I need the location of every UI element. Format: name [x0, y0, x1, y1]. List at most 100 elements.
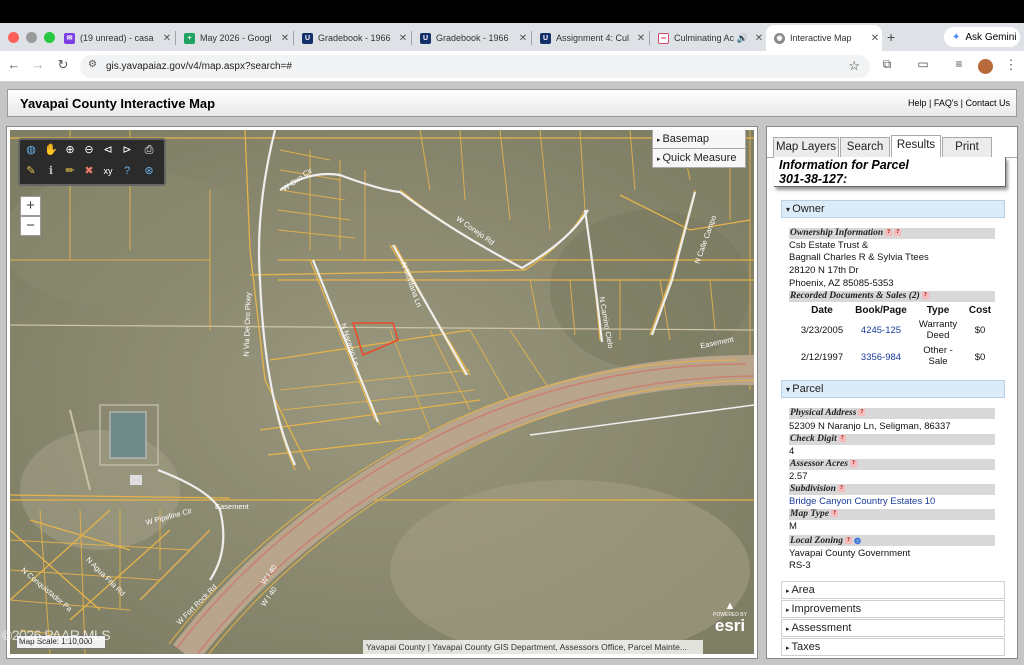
forward-arrow-icon[interactable]: →: [29, 57, 47, 72]
globe-icon: ◉: [774, 32, 785, 44]
help-icon[interactable]: ?: [838, 435, 846, 443]
col-book-page: Book/Page: [855, 305, 907, 316]
browser-tab[interactable]: U Assignment 4: Cul ✕: [532, 25, 648, 51]
doc-cost: $0: [974, 325, 986, 336]
help-icon[interactable]: ?: [845, 537, 853, 545]
taxes-section-header[interactable]: ▸ Taxes: [781, 638, 1005, 656]
tab-results[interactable]: Results: [891, 135, 941, 158]
full-extent-globe-icon[interactable]: ◍: [24, 143, 38, 157]
help-icon[interactable]: ?: [858, 409, 866, 417]
help-question-icon[interactable]: ?: [120, 164, 134, 178]
web-page: Yavapai County Interactive Map Help | FA…: [0, 82, 1024, 665]
help-icon[interactable]: ?: [849, 460, 857, 468]
back-arrow-icon[interactable]: ←: [5, 57, 23, 72]
close-tab-icon[interactable]: ✕: [396, 33, 410, 44]
help-icon[interactable]: ?: [894, 229, 902, 237]
browser-tab-active[interactable]: ◉ Interactive Map ✕: [766, 25, 882, 51]
owner-line: Csb Estate Trust &: [789, 240, 869, 251]
close-tab-icon[interactable]: ✕: [160, 33, 174, 44]
reading-list-icon[interactable]: ≡: [950, 57, 968, 71]
tab-print[interactable]: Print: [942, 137, 992, 157]
speaker-icon[interactable]: 🔊: [737, 33, 748, 44]
faq-link[interactable]: FAQ's: [934, 98, 958, 108]
subdivision-link[interactable]: Bridge Canyon Country Estates 10: [789, 496, 935, 508]
tab-search[interactable]: Search: [840, 137, 890, 157]
pan-hand-icon[interactable]: ✋: [44, 143, 58, 157]
close-tab-icon[interactable]: ✕: [634, 33, 648, 44]
zoom-in-button[interactable]: +: [20, 196, 41, 216]
help-icon[interactable]: ?: [921, 292, 929, 300]
col-date: Date: [811, 305, 833, 316]
close-tab-icon[interactable]: ✕: [278, 33, 292, 44]
acres-value: 2.57: [789, 471, 808, 482]
doc-book-link[interactable]: 3356-984: [851, 352, 911, 363]
mail-icon: ✉: [64, 32, 75, 44]
zoom-out-icon[interactable]: ⊖: [82, 143, 96, 157]
more-menu-icon[interactable]: ⋮: [1002, 57, 1020, 73]
help-icon[interactable]: ?: [830, 510, 838, 518]
help-icon[interactable]: ?: [885, 229, 893, 237]
reload-icon[interactable]: ↻: [54, 57, 72, 73]
map-canvas[interactable]: W Oxo Cir W Conejo Rd N Montana Ln N Cal…: [10, 130, 754, 654]
browser-tab[interactable]: ∞ Culminating Ac 🔊 ✕: [650, 25, 766, 51]
site-info-icon[interactable]: ⚙: [88, 59, 97, 70]
tab-map-layers[interactable]: Map Layers: [773, 137, 839, 157]
compass-icon[interactable]: ⊛: [142, 164, 156, 178]
zoom-next-icon[interactable]: ⊳: [120, 143, 134, 157]
watermark: ©2026 PAAR MLS: [2, 627, 111, 643]
eraser-icon[interactable]: ✖: [82, 164, 96, 178]
doc-type: Other - Sale: [923, 345, 953, 367]
close-tab-icon[interactable]: ✕: [752, 33, 766, 44]
browser-tab[interactable]: ✉ (19 unread) - casa ✕: [56, 25, 174, 51]
globe-link-icon[interactable]: ◍: [854, 536, 861, 545]
browser-tab[interactable]: U Gradebook - 1966 ✕: [294, 25, 410, 51]
new-tab-button[interactable]: +: [887, 29, 895, 45]
improvements-section-header[interactable]: ▸ Improvements: [781, 600, 1005, 618]
coordinates-xy-icon[interactable]: xy: [101, 164, 115, 178]
check-digit-value: 4: [789, 446, 795, 457]
url-field[interactable]: ⚙ gis.yavapaiaz.gov/v4/map.aspx?search=#…: [80, 55, 870, 78]
browser-tab[interactable]: + May 2026 - Googl ✕: [176, 25, 292, 51]
ask-gemini-button[interactable]: ✦ Ask Gemini: [944, 27, 1020, 47]
zoom-out-button[interactable]: −: [20, 216, 41, 236]
assessment-section-header[interactable]: ▸ Assessment: [781, 619, 1005, 637]
doc-cost: $0: [974, 352, 986, 363]
help-link[interactable]: Help: [908, 98, 927, 108]
subdivision-label: Subdivision?: [789, 484, 995, 495]
browser-tab[interactable]: U Gradebook - 1966 ✕: [412, 25, 530, 51]
extensions-icon[interactable]: ⧉: [878, 57, 896, 72]
doc-type: Warranty Deed: [918, 319, 958, 341]
area-section-header[interactable]: ▸ Area: [781, 581, 1005, 599]
cast-icon[interactable]: ▭: [914, 57, 932, 71]
aerial-map-svg: [10, 130, 754, 654]
zoom-in-icon[interactable]: ⊕: [63, 143, 77, 157]
zoning-label: Local Zoning? ◍: [789, 535, 995, 546]
doc-book-link[interactable]: 4245-125: [851, 325, 911, 336]
quick-measure-toggle[interactable]: ▸ Quick Measure: [652, 149, 746, 168]
help-icon[interactable]: ?: [837, 485, 845, 493]
road-label: Easement: [215, 502, 249, 511]
address-bar-row: ← → ↻ ⚙ gis.yavapaiaz.gov/v4/map.aspx?se…: [0, 51, 1024, 82]
uc-icon: U: [420, 32, 431, 44]
owner-section-header[interactable]: ▾ Owner: [781, 200, 1005, 218]
basemap-toggle[interactable]: ▸ Basemap: [652, 130, 746, 149]
measure-ruler-icon[interactable]: ✎: [24, 164, 38, 178]
owner-line: 28120 N 17th Dr: [789, 265, 859, 276]
parcel-section-header[interactable]: ▾ Parcel: [781, 380, 1005, 398]
print-icon[interactable]: ⎙: [142, 143, 156, 157]
map-frame: W Oxo Cir W Conejo Rd N Montana Ln N Cal…: [6, 126, 758, 659]
contact-us-link[interactable]: Contact Us: [965, 98, 1010, 108]
bookmark-star-icon[interactable]: ☆: [848, 58, 860, 74]
minimize-window-button[interactable]: [26, 32, 37, 43]
zoom-previous-icon[interactable]: ⊲: [101, 143, 115, 157]
link-icon: ∞: [658, 32, 669, 44]
col-type: Type: [926, 305, 950, 316]
identify-icon[interactable]: ℹ: [44, 164, 58, 178]
draw-pencil-icon[interactable]: ✏: [63, 164, 77, 178]
map-toolbar: ◍ ✋ ⊕ ⊖ ⊲ ⊳ ⎙ ✎ ℹ ✏ ✖ xy ? ⊛: [18, 138, 166, 186]
profile-avatar[interactable]: [978, 59, 993, 74]
close-tab-icon[interactable]: ✕: [516, 33, 530, 44]
close-tab-icon[interactable]: ✕: [868, 33, 882, 44]
maximize-window-button[interactable]: [44, 32, 55, 43]
close-window-button[interactable]: [8, 32, 19, 43]
